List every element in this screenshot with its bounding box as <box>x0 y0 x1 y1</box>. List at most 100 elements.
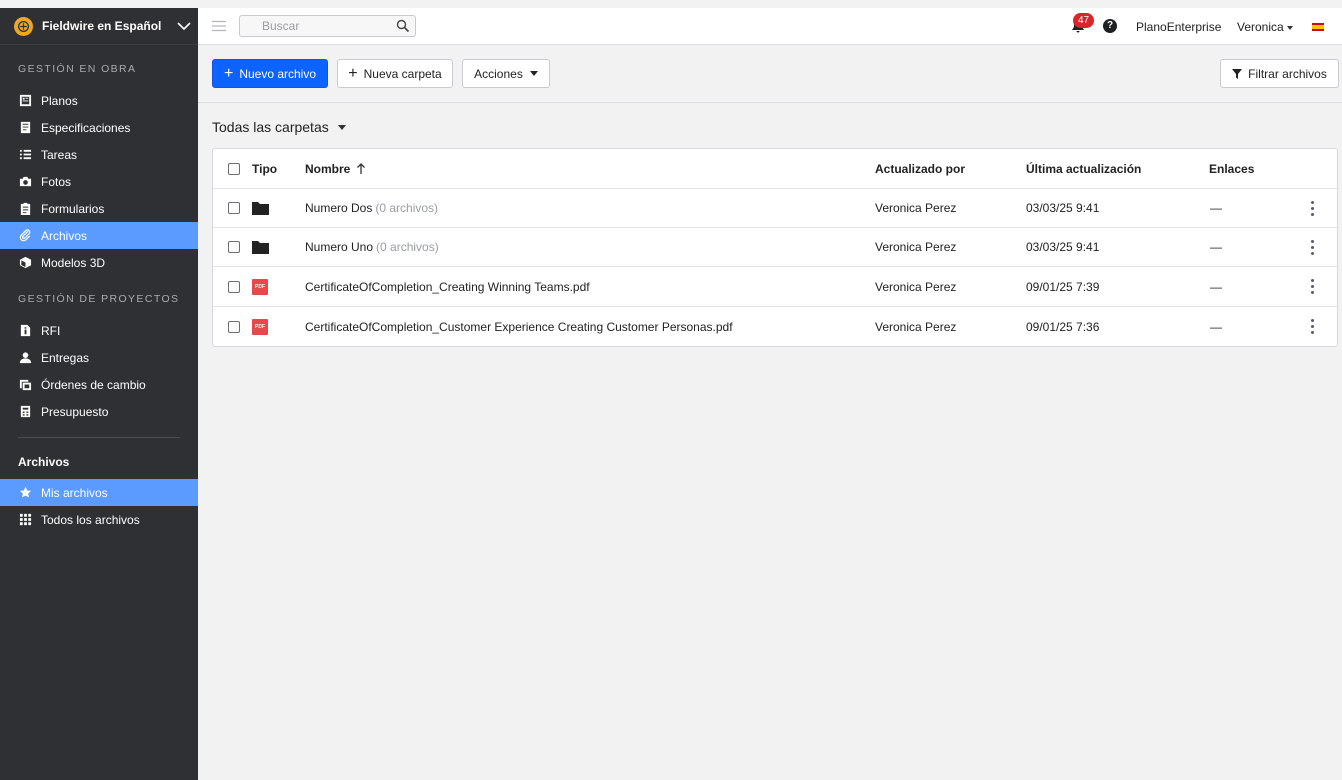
sidebar-item-entregas[interactable]: Entregas <box>0 344 198 371</box>
sidebar-item-especificaciones[interactable]: Especificaciones <box>0 114 198 141</box>
help-icon[interactable]: ? <box>1103 19 1117 33</box>
row-menu-kebab-icon[interactable] <box>1311 189 1315 227</box>
search-icon[interactable] <box>396 19 410 33</box>
camera-icon <box>18 175 32 189</box>
sidebar-item-label: Entregas <box>41 350 90 365</box>
rfi-icon <box>18 324 32 338</box>
file-name[interactable]: CertificateOfCompletion_Creating Winning… <box>305 267 590 306</box>
last-update: 09/01/25 7:36 <box>1026 319 1100 334</box>
new-folder-label: Nueva carpeta <box>363 66 442 81</box>
column-header-name[interactable]: Nombre <box>305 149 366 188</box>
file-name-text: CertificateOfCompletion_Customer Experie… <box>305 319 733 334</box>
folder-icon <box>252 189 269 227</box>
row-checkbox[interactable] <box>228 267 240 306</box>
sidebar-item-label: Todos los archivos <box>41 512 140 527</box>
files-toolbar: + Nuevo archivo + Nueva carpeta Acciones… <box>198 45 1342 103</box>
actions-label: Acciones <box>474 66 523 81</box>
new-file-button[interactable]: + Nuevo archivo <box>212 59 328 88</box>
caret-down-icon <box>529 71 538 76</box>
file-name-text: CertificateOfCompletion_Creating Winning… <box>305 279 590 294</box>
column-header-last-update[interactable]: Última actualización <box>1026 149 1141 188</box>
caret-down-icon[interactable] <box>1287 26 1293 30</box>
search-input[interactable] <box>240 16 380 36</box>
filter-files-button[interactable]: Filtrar archivos <box>1220 59 1339 88</box>
file-count: (0 archivos) <box>376 240 439 254</box>
file-name[interactable]: Numero Dos (0 archivos) <box>305 189 438 227</box>
sidebar-item-formularios[interactable]: Formularios <box>0 195 198 222</box>
file-name[interactable]: Numero Uno (0 archivos) <box>305 228 439 266</box>
top-bar: 47 ? PlanoEnterprise Veronica <box>198 8 1342 45</box>
plus-icon: + <box>223 64 234 82</box>
new-folder-button[interactable]: + Nueva carpeta <box>337 59 453 88</box>
row-checkbox[interactable] <box>228 189 240 227</box>
change-orders-icon <box>18 378 32 392</box>
file-name[interactable]: CertificateOfCompletion_Customer Experie… <box>305 307 733 346</box>
row-checkbox[interactable] <box>228 228 240 266</box>
sidebar-item-presupuesto[interactable]: Presupuesto <box>0 398 198 425</box>
user-menu[interactable]: Veronica <box>1237 20 1284 34</box>
table-row[interactable]: PDF CertificateOfCompletion_Creating Win… <box>213 267 1337 307</box>
hamburger-menu-icon[interactable] <box>212 19 226 33</box>
filter-icon <box>1232 68 1243 79</box>
row-menu-kebab-icon[interactable] <box>1311 228 1315 266</box>
star-icon <box>18 486 32 500</box>
clipboard-icon <box>18 202 32 216</box>
sidebar-item-label: Tareas <box>41 147 78 162</box>
updated-by: Veronica Perez <box>875 279 957 294</box>
files-section-title: Archivos <box>18 455 70 469</box>
sidebar-item-mis-archivos[interactable]: Mis archivos <box>0 479 198 506</box>
sidebar-item-label: Planos <box>41 93 78 108</box>
plus-icon: + <box>348 64 358 82</box>
table-row[interactable]: Numero Dos (0 archivos) Veronica Perez 0… <box>213 189 1337 228</box>
tasks-icon <box>18 148 32 162</box>
submittals-icon <box>18 351 32 365</box>
sidebar-item-ordenes-de-cambio[interactable]: Órdenes de cambio <box>0 371 198 398</box>
sidebar-item-label: Órdenes de cambio <box>41 377 146 392</box>
sidebar-item-fotos[interactable]: Fotos <box>0 168 198 195</box>
sidebar-item-todos-los-archivos[interactable]: Todos los archivos <box>0 506 198 533</box>
file-name-text: Numero Uno <box>305 240 374 254</box>
select-all-checkbox[interactable] <box>228 149 240 188</box>
row-menu-kebab-icon[interactable] <box>1311 267 1315 306</box>
specs-icon <box>18 121 32 135</box>
sidebar-item-rfi[interactable]: RFI <box>0 317 198 344</box>
organization-name[interactable]: PlanoEnterprise <box>1136 20 1221 34</box>
last-update: 09/01/25 7:39 <box>1026 279 1100 294</box>
sidebar-item-tareas[interactable]: Tareas <box>0 141 198 168</box>
sidebar-item-label: Especificaciones <box>41 120 131 135</box>
sidebar-item-modelos-3d[interactable]: Modelos 3D <box>0 249 198 276</box>
spain-flag-icon[interactable] <box>1312 23 1324 31</box>
notification-badge[interactable]: 47 <box>1073 13 1094 28</box>
row-menu-kebab-icon[interactable] <box>1311 307 1315 346</box>
file-name-text: Numero Dos <box>305 201 373 215</box>
chevron-down-icon[interactable] <box>176 18 192 34</box>
folder-selector-label: Todas las carpetas <box>212 119 329 135</box>
pdf-icon: PDF <box>252 267 268 306</box>
sidebar-item-label: Modelos 3D <box>41 255 106 270</box>
filter-label: Filtrar archivos <box>1248 66 1327 81</box>
links-value: — <box>1210 201 1222 215</box>
section-heading-obra: GESTIÓN EN OBRA <box>18 63 137 75</box>
sidebar-item-archivos[interactable]: Archivos <box>0 222 198 249</box>
last-update: 03/03/25 9:41 <box>1026 201 1100 215</box>
actions-dropdown[interactable]: Acciones <box>462 59 550 88</box>
pdf-icon: PDF <box>252 307 268 346</box>
folder-selector[interactable]: Todas las carpetas <box>212 119 346 135</box>
updated-by: Veronica Perez <box>875 319 957 334</box>
new-file-label: Nuevo archivo <box>239 66 317 81</box>
section-heading-proyectos: GESTIÓN DE PROYECTOS <box>18 293 180 305</box>
table-row[interactable]: PDF CertificateOfCompletion_Customer Exp… <box>213 307 1337 346</box>
links-value: — <box>1210 319 1222 334</box>
column-header-links[interactable]: Enlaces <box>1209 149 1254 188</box>
calculator-icon <box>18 405 32 419</box>
project-switcher[interactable]: Fieldwire en Español <box>0 8 198 45</box>
sort-ascending-icon <box>357 163 366 174</box>
sidebar-item-planos[interactable]: Planos <box>0 87 198 114</box>
column-header-updated-by[interactable]: Actualizado por <box>875 149 965 188</box>
files-table: Tipo Nombre Actualizado por Última actua… <box>212 148 1338 347</box>
row-checkbox[interactable] <box>228 307 240 346</box>
links-value: — <box>1210 240 1222 254</box>
column-header-type[interactable]: Tipo <box>252 149 277 188</box>
file-count: (0 archivos) <box>375 201 439 215</box>
table-row[interactable]: Numero Uno (0 archivos) Veronica Perez 0… <box>213 228 1337 267</box>
